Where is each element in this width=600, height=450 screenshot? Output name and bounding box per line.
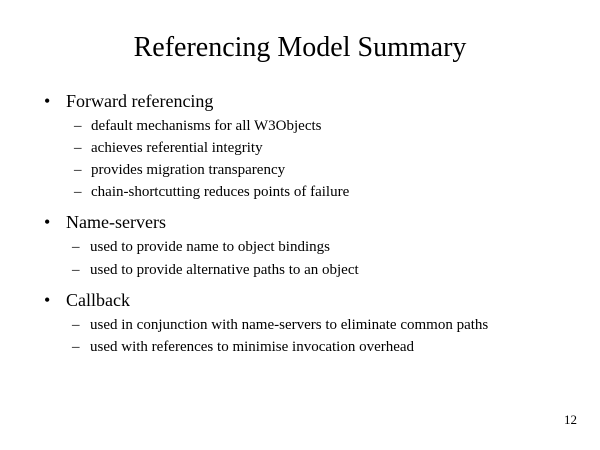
bullet-icon: • — [44, 212, 51, 232]
bullet-callback: • Callback — [44, 289, 130, 311]
sub-item-text: used with references to minimise invocat… — [90, 339, 415, 355]
sub-item-text: provides migration transparency — [91, 162, 286, 178]
sub-item-text: chain-shortcutting reduces points of fai… — [91, 184, 350, 200]
dash-icon: – — [74, 118, 82, 134]
dash-icon: – — [74, 140, 82, 156]
dash-icon: – — [72, 339, 80, 355]
dash-icon: – — [74, 184, 82, 200]
sub-item: – used in conjunction with name-servers t… — [72, 316, 488, 335]
bullet-heading: Callback — [66, 290, 130, 310]
sub-item: – achieves referential integrity — [74, 139, 263, 158]
dash-icon: – — [72, 262, 80, 278]
sub-item-text: default mechanisms for all W3Objects — [91, 118, 322, 134]
page-number: 12 — [564, 412, 577, 427]
bullet-name-servers: • Name-servers — [44, 211, 166, 233]
sub-item-text: used to provide alternative paths to an … — [90, 262, 359, 278]
sub-item: – used to provide alternative paths to an… — [72, 261, 359, 280]
slide: Referencing Model Summary • Forward refer… — [0, 0, 600, 450]
dash-icon: – — [74, 162, 82, 178]
sub-item: – default mechanisms for all W3Objects — [74, 117, 322, 136]
sub-item: – used to provide name to object bindings — [72, 238, 330, 257]
bullet-icon: • — [44, 290, 51, 310]
sub-item-text: used in conjunction with name-servers to… — [90, 317, 489, 333]
slide-title: Referencing Model Summary — [133, 32, 467, 63]
sub-item: – provides migration transparency — [74, 161, 285, 180]
sub-item-text: used to provide name to object bindings — [90, 239, 330, 255]
bullet-icon: • — [44, 91, 51, 111]
dash-icon: – — [72, 317, 80, 333]
sub-item-text: achieves referential integrity — [91, 140, 263, 156]
bullet-heading: Name-servers — [66, 212, 166, 232]
dash-icon: – — [72, 239, 80, 255]
sub-item: – used with references to minimise invoca… — [72, 338, 414, 357]
sub-item: – chain-shortcutting reduces points of fa… — [74, 183, 349, 202]
bullet-forward-referencing: • Forward referencing — [44, 90, 213, 112]
bullet-heading: Forward referencing — [66, 91, 214, 111]
